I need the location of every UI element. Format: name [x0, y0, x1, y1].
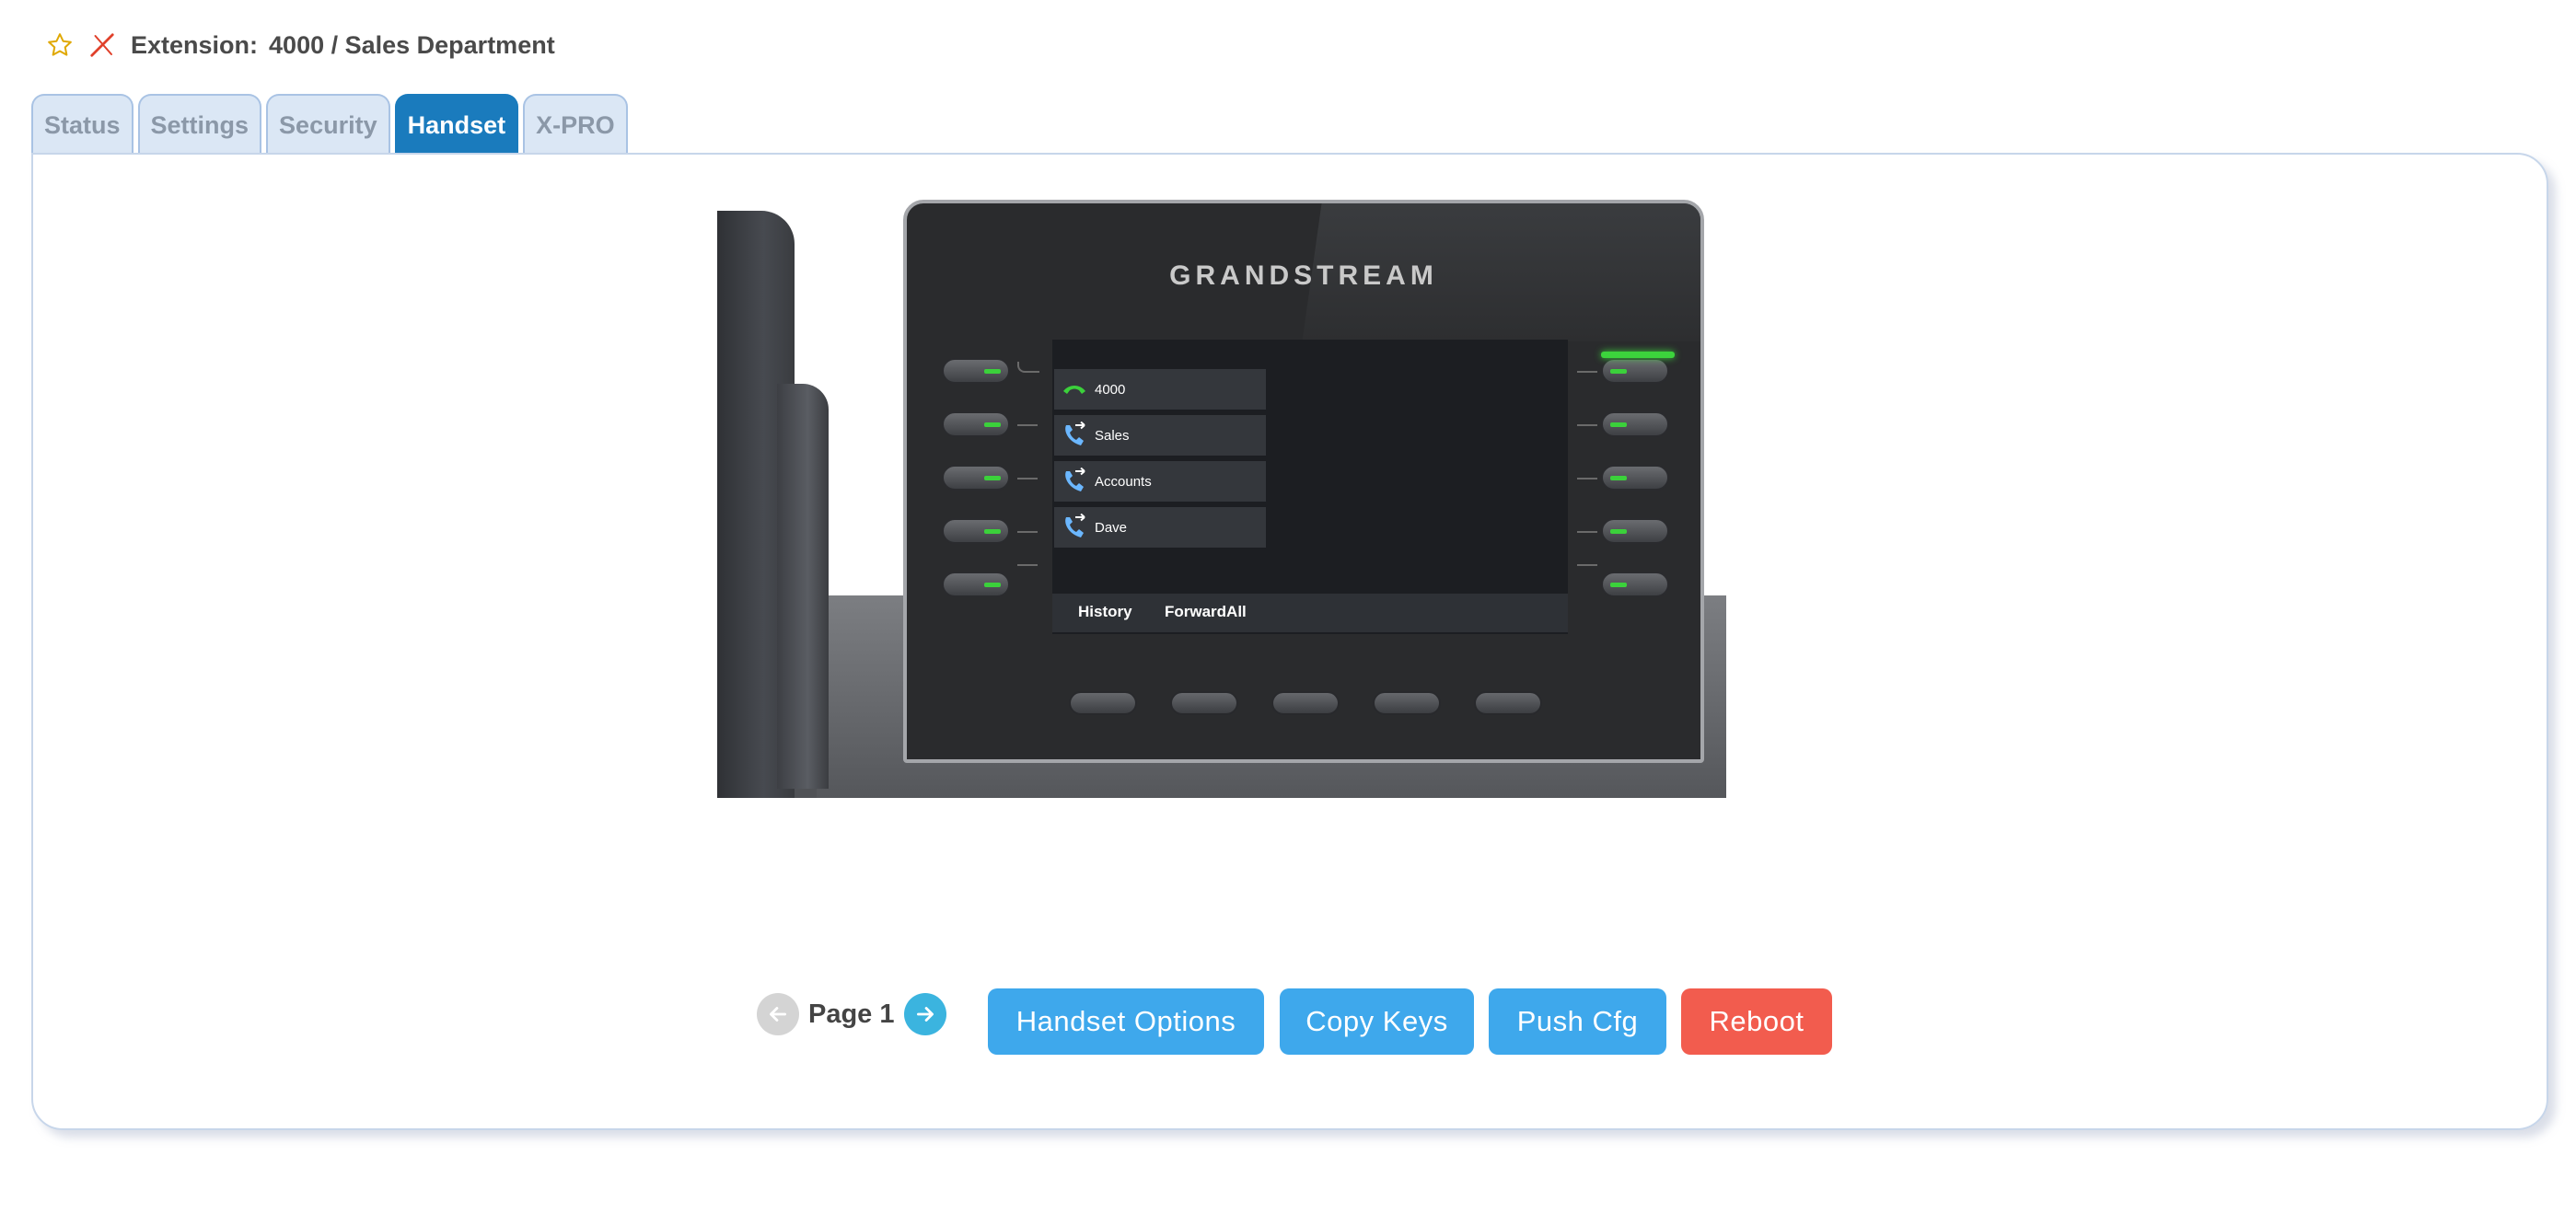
reboot-button[interactable]: Reboot [1681, 988, 1832, 1055]
brand-logo: GRANDSTREAM [1169, 260, 1438, 291]
softkey-button-3[interactable] [1271, 691, 1340, 715]
softkey-forwardall[interactable]: ForwardAll [1165, 603, 1247, 621]
phone-display: 4000 Sales Accounts Dave History Forward… [1052, 340, 1568, 634]
softkey-button-2[interactable] [1170, 691, 1238, 715]
phone-bezel: GRANDSTREAM 4000 Sales Accounts Dave His… [903, 200, 1704, 763]
right-line-key-4[interactable] [1601, 518, 1669, 544]
arrow-left-icon[interactable] [757, 993, 799, 1035]
left-line-key-4[interactable] [942, 518, 1010, 544]
softkey-bar: History ForwardAll [1052, 594, 1568, 632]
left-line-key-1[interactable] [942, 358, 1010, 384]
tab-handset[interactable]: Handset [394, 94, 519, 155]
page-label: Page 1 [808, 999, 895, 1029]
left-line-key-3[interactable] [942, 465, 1010, 491]
page-navigator: Page 1 [757, 992, 946, 1036]
line-key-4000[interactable]: 4000 [1054, 369, 1266, 410]
left-line-key-5[interactable] [942, 572, 1010, 597]
line-key-accounts[interactable]: Accounts [1054, 461, 1266, 502]
star-outline-icon[interactable] [44, 29, 75, 61]
status-led [1601, 352, 1675, 358]
softkey-button-4[interactable] [1373, 691, 1441, 715]
close-x-icon[interactable] [87, 29, 118, 61]
softkey-history[interactable]: History [1078, 603, 1132, 621]
forward-call-icon [1054, 507, 1095, 548]
line-key-dave[interactable]: Dave [1054, 507, 1266, 548]
handset-options-button[interactable]: Handset Options [988, 988, 1264, 1055]
handset-hook [777, 384, 829, 789]
phone-image[interactable]: GRANDSTREAM 4000 Sales Accounts Dave His… [717, 200, 1726, 798]
forward-call-icon [1054, 415, 1095, 456]
line-key-sales[interactable]: Sales [1054, 415, 1266, 456]
tab-bar: Status Settings Security Handset X-PRO [31, 94, 632, 155]
right-line-key-5[interactable] [1601, 572, 1669, 597]
right-line-key-1[interactable] [1601, 358, 1669, 384]
tab-security[interactable]: Security [266, 94, 390, 155]
softkey-button-1[interactable] [1069, 691, 1137, 715]
tab-x-pro[interactable]: X-PRO [523, 94, 628, 155]
extension-value: 4000 / Sales Department [269, 30, 555, 59]
arrow-right-icon[interactable] [903, 993, 946, 1035]
tab-status[interactable]: Status [31, 94, 133, 155]
softkey-button-5[interactable] [1474, 691, 1542, 715]
left-line-key-2[interactable] [942, 411, 1010, 437]
phone-handset-green-icon [1054, 369, 1095, 410]
right-line-key-3[interactable] [1601, 465, 1669, 491]
extension-label: Extension: [131, 30, 259, 59]
tab-settings[interactable]: Settings [137, 94, 262, 155]
push-cfg-button[interactable]: Push Cfg [1489, 988, 1666, 1055]
page-header: Extension: 4000 / Sales Department [44, 26, 555, 64]
copy-keys-button[interactable]: Copy Keys [1280, 988, 1474, 1055]
right-line-key-2[interactable] [1601, 411, 1669, 437]
forward-call-icon [1054, 461, 1095, 502]
